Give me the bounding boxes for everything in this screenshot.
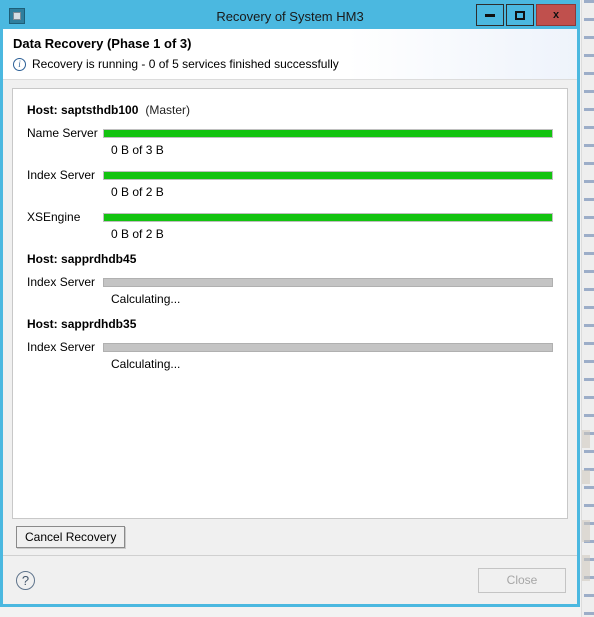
service-name: Index Server [27, 168, 96, 182]
host-label: Host: [27, 252, 58, 266]
progress-bar-fill [104, 129, 552, 137]
host-name: saptsthdb100 [61, 103, 139, 117]
close-dialog-button[interactable]: Close [478, 567, 566, 593]
host-group: Host: sapprdhdb45 Index Server Calculating… [27, 252, 553, 306]
service-progress-row: Index Server [27, 275, 553, 289]
host-title: Host: sapprdhdb45 [27, 252, 553, 266]
cancel-strip: Cancel Recovery [12, 519, 568, 555]
maximize-icon [515, 10, 525, 20]
minimize-icon [485, 13, 495, 17]
application-icon [9, 8, 25, 24]
progress-bar [103, 277, 553, 287]
progress-detail-text: 0 B of 2 B [111, 185, 164, 199]
cancel-recovery-button[interactable]: Cancel Recovery [16, 526, 126, 548]
service-name: Name Server [27, 126, 98, 140]
recovery-dialog-window: Recovery of System HM3 x Data Recovery (… [0, 0, 580, 607]
host-role: (Master) [145, 103, 191, 117]
host-title: Host: sapprdhdb35 [27, 317, 553, 331]
window-controls: x [474, 4, 577, 28]
background-blurred-text [582, 555, 590, 581]
progress-bar-fill [104, 213, 552, 221]
title-bar[interactable]: Recovery of System HM3 x [3, 3, 577, 29]
progress-bar [103, 342, 553, 352]
host-label: Host: [27, 103, 58, 117]
host-name: sapprdhdb35 [61, 317, 137, 331]
progress-bar-fill [104, 171, 552, 179]
info-icon: i [13, 57, 26, 71]
service-name: Index Server [27, 340, 96, 354]
host-label: Host: [27, 317, 58, 331]
background-blurred-text [582, 470, 590, 484]
background-blurred-text [582, 430, 590, 448]
progress-bar [103, 212, 553, 222]
dialog-body: Host: saptsthdb100 (Master) Name Server 0 B… [3, 80, 577, 555]
progress-detail-text: 0 B of 3 B [111, 143, 164, 157]
progress-detail-text: Calculating... [111, 357, 181, 371]
progress-bar [103, 170, 553, 180]
status-line: i Recovery is running - 0 of 5 services … [13, 57, 577, 71]
service-progress-row: Index Server [27, 168, 553, 182]
recovery-progress-panel: Host: saptsthdb100 (Master) Name Server 0 B… [12, 88, 568, 519]
help-icon[interactable]: ? [16, 570, 35, 590]
service-name: XSEngine [27, 210, 81, 224]
host-group: Host: sapprdhdb35 Index Server Calculating… [27, 317, 553, 371]
maximize-button[interactable] [506, 4, 534, 26]
status-text: Recovery is running - 0 of 5 services fi… [32, 57, 339, 71]
background-blurred-text [582, 520, 590, 542]
service-name: Index Server [27, 275, 96, 289]
minimize-button[interactable] [476, 4, 504, 26]
progress-detail-text: 0 B of 2 B [111, 227, 164, 241]
close-button[interactable]: x [536, 4, 576, 26]
service-progress-row: Index Server [27, 340, 553, 354]
host-title: Host: saptsthdb100 (Master) [27, 103, 553, 117]
service-progress-row: Name Server [27, 126, 553, 140]
progress-bar [103, 128, 553, 138]
host-group: Host: saptsthdb100 (Master) Name Server 0 B… [27, 103, 553, 241]
progress-detail-text: Calculating... [111, 292, 181, 306]
dialog-header: Data Recovery (Phase 1 of 3) i Recovery … [3, 29, 577, 80]
service-progress-row: XSEngine [27, 210, 553, 224]
host-name: sapprdhdb45 [61, 252, 137, 266]
dialog-footer: ? Close [3, 555, 577, 604]
page-title: Data Recovery (Phase 1 of 3) [13, 36, 192, 51]
